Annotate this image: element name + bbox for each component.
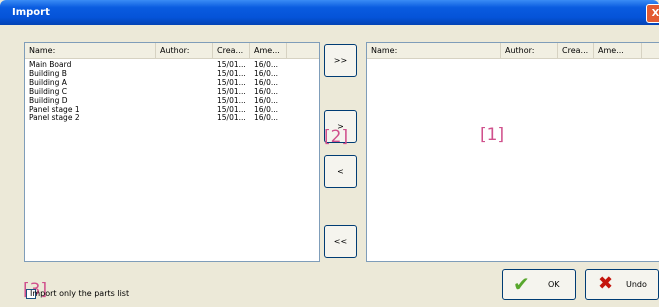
column-header-created[interactable]: Crea... [558, 43, 594, 58]
item-amended: 16/0... [254, 77, 278, 87]
undo-button[interactable]: ✖ Undo [585, 269, 659, 300]
column-header-name[interactable]: Name: [367, 43, 501, 58]
item-amended: 16/0... [254, 86, 278, 96]
item-author [156, 69, 213, 78]
list-header: Name: Author: Crea... Ame... [367, 43, 659, 59]
item-created: 15/01... [217, 68, 246, 78]
item-amended: 16/0... [254, 95, 278, 105]
column-header-name[interactable]: Name: [25, 43, 156, 58]
item-created: 15/01... [217, 113, 246, 123]
column-header-author[interactable]: Author: [156, 43, 213, 58]
list-item[interactable]: Building B 15/01... 16/0... [25, 69, 319, 78]
item-amended: 16/0... [254, 68, 278, 78]
item-name: Panel stage 2 [29, 113, 80, 123]
item-amended: 16/0... [254, 60, 278, 69]
item-author [156, 60, 213, 69]
item-created: 15/01... [217, 95, 246, 105]
ok-button[interactable]: ✔ OK [502, 269, 576, 300]
item-created: 15/01... [217, 104, 246, 114]
column-header-amended[interactable]: Ame... [594, 43, 642, 58]
item-created: 15/01... [217, 86, 246, 96]
parts-list-only-label: Import only the parts list [30, 289, 130, 298]
add-all-button[interactable]: >> [324, 44, 357, 77]
check-icon: ✔ [513, 272, 530, 296]
item-name: Panel stage 1 [29, 104, 80, 114]
x-icon: ✖ [598, 273, 614, 294]
list-item[interactable]: Building A 15/01... 16/0... [25, 78, 319, 87]
undo-button-label: Undo [626, 280, 647, 289]
item-name: Building A [29, 77, 67, 87]
item-amended: 16/0... [254, 104, 278, 114]
item-name: Building B [29, 68, 67, 78]
item-created: 15/01... [217, 60, 246, 69]
item-name: Main Board [29, 60, 72, 69]
annotation-label-1: [1] [480, 125, 505, 145]
item-name: Building D [29, 95, 68, 105]
list-item[interactable]: Panel stage 2 15/01... 16/0... [25, 113, 319, 122]
column-header-created[interactable]: Crea... [213, 43, 250, 58]
item-author [156, 105, 213, 114]
close-button[interactable]: X [646, 4, 659, 23]
list-item[interactable]: Panel stage 1 15/01... 16/0... [25, 105, 319, 114]
remove-all-button[interactable]: << [324, 225, 357, 258]
ok-button-label: OK [548, 280, 560, 289]
annotation-label-2: [2] [324, 127, 349, 147]
available-parts-list[interactable]: Name: Author: Crea... Ame... Main Board 1… [24, 42, 320, 262]
item-amended: 16/0... [254, 113, 278, 123]
item-author [156, 78, 213, 87]
item-author [156, 113, 213, 122]
column-header-amended[interactable]: Ame... [250, 43, 287, 58]
item-author [156, 87, 213, 96]
column-header-author[interactable]: Author: [501, 43, 558, 58]
item-name: Building C [29, 86, 68, 96]
close-icon: X [651, 8, 659, 19]
item-created: 15/01... [217, 77, 246, 87]
list-item[interactable]: Main Board 15/01... 16/0... [25, 60, 319, 69]
title-bar: Import X [0, 0, 659, 25]
remove-button[interactable]: < [324, 155, 357, 188]
selected-parts-list[interactable]: Name: Author: Crea... Ame... [366, 42, 659, 262]
list-item[interactable]: Building C 15/01... 16/0... [25, 87, 319, 96]
list-header: Name: Author: Crea... Ame... [25, 43, 319, 59]
window-title: Import [12, 7, 50, 18]
list-item[interactable]: Building D 15/01... 16/0... [25, 96, 319, 105]
item-author [156, 96, 213, 105]
